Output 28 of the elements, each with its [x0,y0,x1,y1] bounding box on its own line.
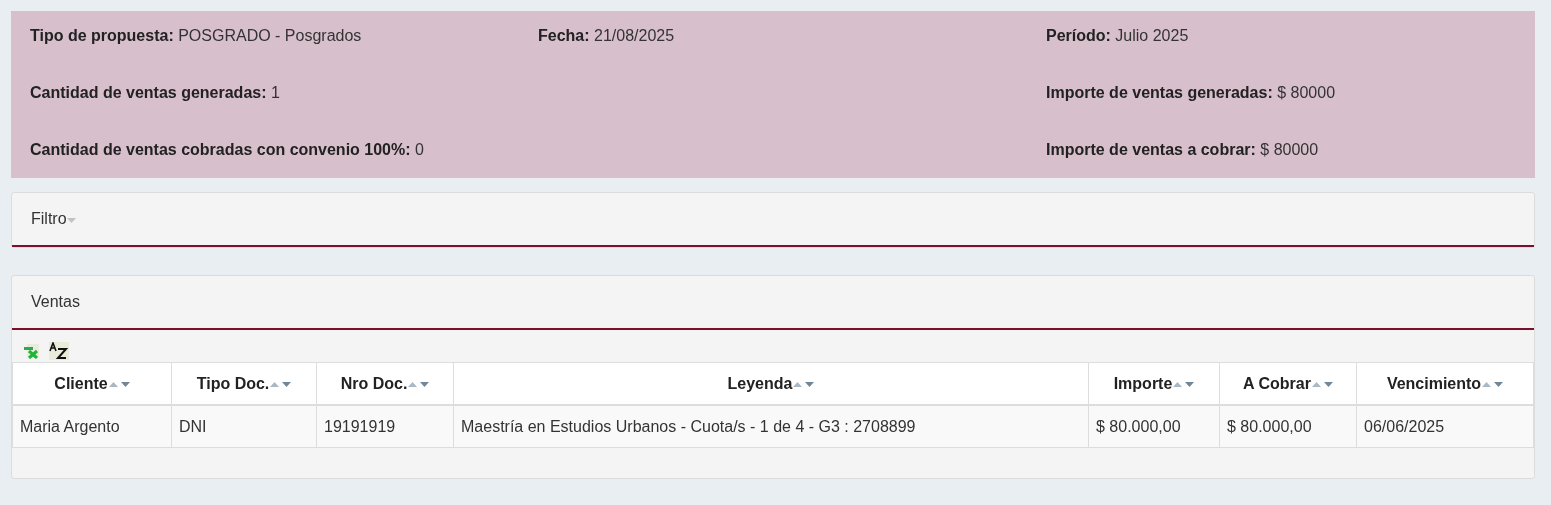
summary-field: Cantidad de ventas cobradas con convenio 100%: 0 [30,141,424,158]
summary-field: Cantidad de ventas generadas: 1 [30,84,280,101]
summary-field: Importe de ventas generadas: $ 80000 [1046,84,1336,101]
summary-field: Período: Julio 2025 [1046,27,1189,44]
sort-icon[interactable] [270,379,292,388]
table-cell: DNI [171,405,317,448]
panel-title: Ventas [31,293,80,311]
sort-icon[interactable] [1482,379,1504,388]
filter-toggle[interactable]: Filtro [12,193,1534,247]
sort-icon[interactable] [408,379,430,388]
sort-icon[interactable] [1173,379,1195,388]
caret-icon [66,218,76,224]
summary-field: Tipo de propuesta: POSGRADO - Posgrados [30,27,362,44]
sort-icon[interactable] [793,379,815,388]
table-cell: 06/06/2025 [1356,405,1534,448]
table-cell: Maria Argento [12,405,172,448]
summary-field: Fecha: 21/08/2025 [538,27,675,44]
column-header[interactable]: Cliente [54,374,108,393]
sort-az-icon[interactable] [49,342,69,360]
table-cell: $ 80.000,00 [1088,405,1220,448]
table-cell: Maestría en Estudios Urbanos - Cuota/s - 1 de 4 - G3 : 2708899 [453,405,1089,448]
sort-icon[interactable] [108,379,130,388]
summary-field: Importe de ventas a cobrar: $ 80000 [1046,141,1319,158]
table-cell: 19191919 [316,405,454,448]
export-spreadsheet-icon[interactable] [23,343,41,359]
column-header[interactable]: Leyenda [727,374,793,393]
sort-icon[interactable] [1311,379,1333,388]
table-cell: $ 80.000,00 [1219,405,1357,448]
